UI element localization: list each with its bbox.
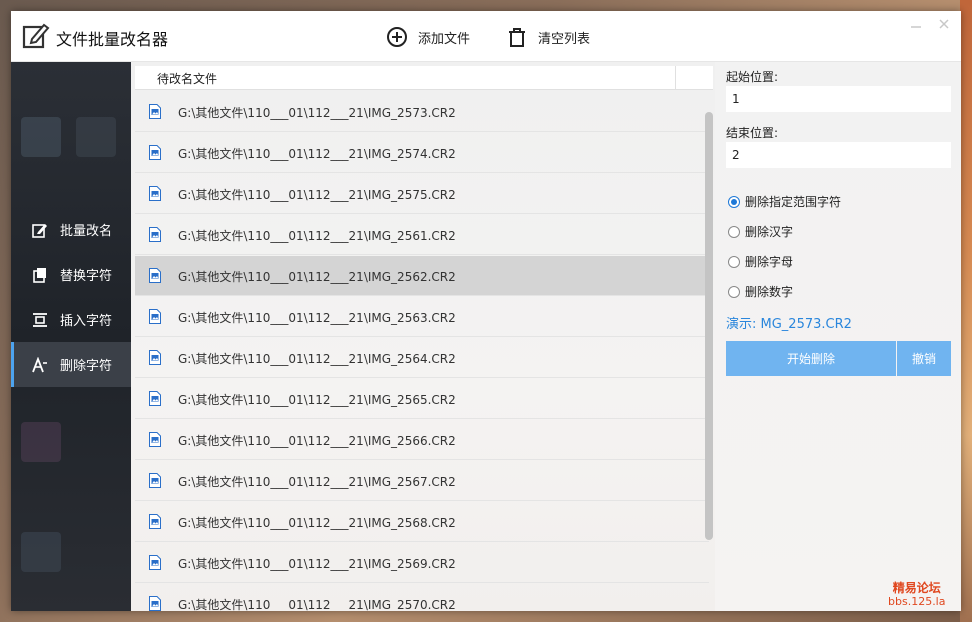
undo-button[interactable]: 撤销 (897, 341, 951, 376)
clear-list-label: 清空列表 (538, 31, 591, 47)
radio-dot (728, 285, 740, 298)
end-position-input[interactable] (726, 142, 951, 168)
radio-label: 删除指定范围字符 (745, 195, 842, 209)
table-row[interactable]: G:\其他文件\110___01\112___21\IMG_2569.CR2 (135, 543, 709, 583)
radio-label: 删除汉字 (745, 225, 794, 239)
image-file-icon (149, 227, 161, 242)
start-position-input[interactable] (726, 86, 951, 112)
options-panel: 起始位置: 结束位置: 删除指定范围字符 删除汉字 删除字母 删除数字 演示: … (715, 62, 961, 611)
blurred-desktop-tile (21, 422, 61, 462)
radio-delete-digits[interactable]: 删除数字 (728, 283, 793, 300)
sidebar: 批量改名 替换字符 插入字符 删除字符 (11, 62, 131, 611)
image-file-icon (149, 268, 161, 283)
radio-dot (728, 195, 740, 208)
table-row[interactable]: G:\其他文件\110___01\112___21\IMG_2562.CR2 (135, 256, 709, 296)
file-path: G:\其他文件\110___01\112___21\IMG_2568.CR2 (178, 516, 456, 530)
file-path: G:\其他文件\110___01\112___21\IMG_2567.CR2 (178, 475, 456, 489)
image-file-icon (149, 350, 161, 365)
image-file-icon (149, 186, 161, 201)
sidebar-item-label: 插入字符 (60, 314, 113, 329)
file-path: G:\其他文件\110___01\112___21\IMG_2573.CR2 (178, 106, 456, 120)
replace-icon (33, 267, 46, 283)
file-list-panel: 待改名文件 G:\其他文件\110___01\112___21\IMG_2573… (131, 62, 715, 611)
table-row[interactable]: G:\其他文件\110___01\112___21\IMG_2567.CR2 (135, 461, 709, 501)
column-divider (675, 66, 676, 90)
desktop-background (960, 0, 972, 622)
image-file-icon (149, 309, 161, 324)
minimize-button[interactable] (909, 17, 923, 31)
watermark-line2: bbs.125.la (888, 595, 946, 608)
radio-dot (728, 255, 740, 268)
table-row[interactable]: G:\其他文件\110___01\112___21\IMG_2563.CR2 (135, 297, 709, 337)
sidebar-item-label: 删除字符 (60, 359, 113, 374)
blurred-desktop-tile (76, 117, 116, 157)
app-edit-logo-icon (22, 23, 50, 49)
table-row[interactable]: G:\其他文件\110___01\112___21\IMG_2573.CR2 (135, 92, 709, 132)
file-path: G:\其他文件\110___01\112___21\IMG_2565.CR2 (178, 393, 456, 407)
sidebar-item-label: 替换字符 (60, 269, 113, 284)
edit-icon (32, 223, 47, 238)
table-row[interactable]: G:\其他文件\110___01\112___21\IMG_2566.CR2 (135, 420, 709, 460)
file-path: G:\其他文件\110___01\112___21\IMG_2575.CR2 (178, 188, 456, 202)
sidebar-item-replace-chars[interactable]: 替换字符 (11, 252, 131, 297)
watermark-line1: 精易论坛 (892, 581, 941, 595)
image-file-icon (149, 432, 161, 447)
add-file-button[interactable]: 添加文件 (386, 24, 470, 50)
table-row[interactable]: G:\其他文件\110___01\112___21\IMG_2561.CR2 (135, 215, 709, 255)
file-path: G:\其他文件\110___01\112___21\IMG_2562.CR2 (178, 270, 456, 284)
sidebar-item-delete-chars[interactable]: 删除字符 (11, 342, 131, 387)
add-file-label: 添加文件 (418, 31, 471, 47)
image-file-icon (149, 145, 161, 160)
file-path: G:\其他文件\110___01\112___21\IMG_2570.CR2 (178, 598, 456, 611)
radio-label: 删除字母 (745, 255, 794, 269)
file-path: G:\其他文件\110___01\112___21\IMG_2569.CR2 (178, 557, 456, 571)
table-row[interactable]: G:\其他文件\110___01\112___21\IMG_2568.CR2 (135, 502, 709, 542)
file-path: G:\其他文件\110___01\112___21\IMG_2574.CR2 (178, 147, 456, 161)
column-header-pending-files[interactable]: 待改名文件 (157, 70, 217, 87)
sidebar-item-insert-chars[interactable]: 插入字符 (11, 297, 131, 342)
close-button[interactable] (937, 17, 951, 31)
table-row[interactable]: G:\其他文件\110___01\112___21\IMG_2564.CR2 (135, 338, 709, 378)
radio-delete-chinese[interactable]: 删除汉字 (728, 223, 793, 240)
table-row[interactable]: G:\其他文件\110___01\112___21\IMG_2575.CR2 (135, 174, 709, 214)
app-title: 文件批量改名器 (56, 30, 169, 49)
image-file-icon (149, 555, 161, 570)
image-file-icon (149, 391, 161, 406)
forum-watermark: 精易论坛 bbs.125.la (888, 581, 946, 609)
image-file-icon (149, 104, 161, 119)
close-icon (939, 19, 949, 29)
radio-delete-letters[interactable]: 删除字母 (728, 253, 793, 270)
file-path: G:\其他文件\110___01\112___21\IMG_2563.CR2 (178, 311, 456, 325)
start-delete-button[interactable]: 开始删除 (726, 341, 896, 376)
demo-preview-text: 演示: MG_2573.CR2 (726, 317, 852, 332)
insert-icon (33, 312, 47, 327)
file-path: G:\其他文件\110___01\112___21\IMG_2566.CR2 (178, 434, 456, 448)
image-file-icon (149, 596, 161, 611)
end-position-label: 结束位置: (726, 126, 779, 140)
file-path: G:\其他文件\110___01\112___21\IMG_2564.CR2 (178, 352, 456, 366)
plus-circle-icon (387, 27, 407, 47)
table-row[interactable]: G:\其他文件\110___01\112___21\IMG_2565.CR2 (135, 379, 709, 419)
list-header: 待改名文件 (135, 66, 713, 90)
sidebar-item-label: 批量改名 (60, 224, 113, 239)
blurred-desktop-tile (21, 117, 61, 157)
radio-delete-range[interactable]: 删除指定范围字符 (728, 193, 841, 210)
table-row[interactable]: G:\其他文件\110___01\112___21\IMG_2574.CR2 (135, 133, 709, 173)
radio-dot (728, 225, 740, 238)
sidebar-item-batch-rename[interactable]: 批量改名 (11, 207, 131, 252)
minimize-icon (911, 26, 921, 28)
file-path: G:\其他文件\110___01\112___21\IMG_2561.CR2 (178, 229, 456, 243)
blurred-desktop-tile (21, 532, 61, 572)
image-file-icon (149, 514, 161, 529)
vertical-scrollbar[interactable] (705, 112, 713, 540)
clear-list-button[interactable]: 清空列表 (506, 24, 590, 50)
image-file-icon (149, 473, 161, 488)
delete-char-icon (32, 356, 47, 372)
app-window: 文件批量改名器 添加文件 清空列表 批量改名 替换字符 插入字符 删除字符 待改… (11, 11, 961, 611)
radio-label: 删除数字 (745, 285, 794, 299)
title-bar: 文件批量改名器 添加文件 清空列表 (11, 11, 961, 62)
table-row[interactable]: G:\其他文件\110___01\112___21\IMG_2570.CR2 (135, 584, 709, 611)
start-position-label: 起始位置: (726, 70, 779, 84)
trash-icon (509, 28, 525, 47)
